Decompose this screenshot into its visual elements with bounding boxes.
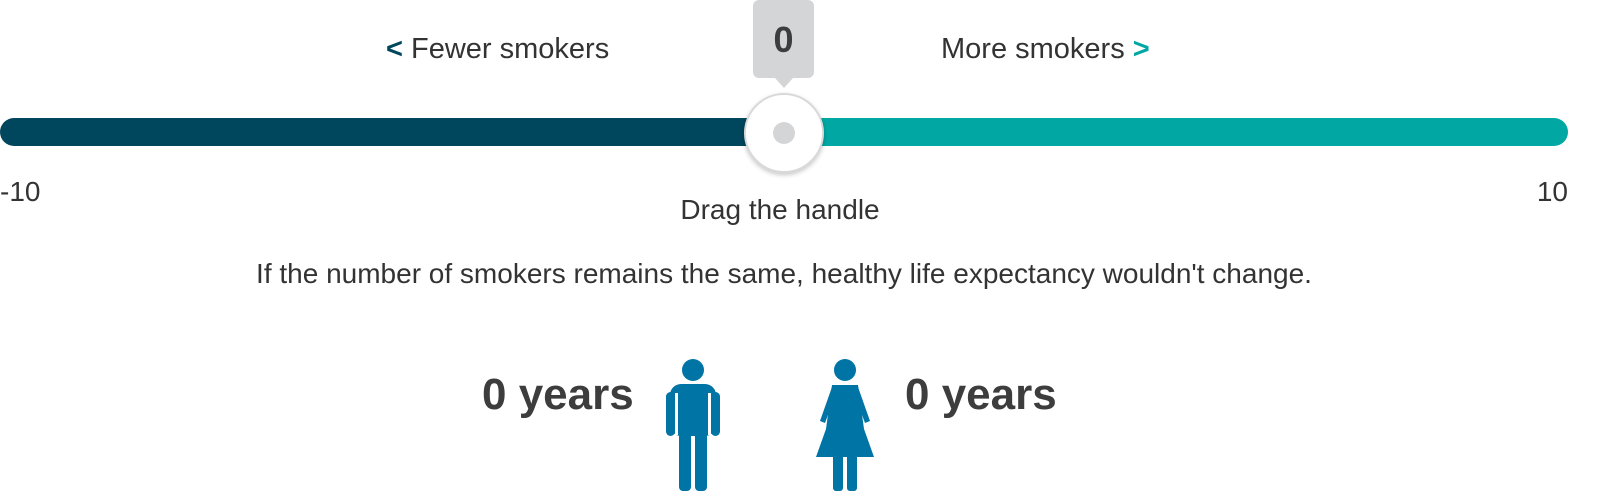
female-years-value: 0 years [905,370,1057,419]
tooltip-pointer [775,78,793,88]
slider-handle[interactable] [744,93,824,173]
smokers-slider-widget: < Fewer smokers More smokers > 0 -10 10 … [0,0,1600,500]
result-message: If the number of smokers remains the sam… [256,258,1312,289]
more-smokers-label: More smokers > [941,31,1150,67]
chevron-right-icon: > [1132,33,1150,65]
chevron-left-icon: < [386,33,403,65]
slider-track-fewer[interactable] [0,118,800,146]
drag-hint: Drag the handle [680,194,880,225]
fewer-smokers-label: < Fewer smokers [386,31,609,67]
male-years-value: 0 years [482,370,634,419]
more-smokers-text: More smokers [941,33,1125,65]
fewer-smokers-text: Fewer smokers [411,33,610,65]
slider-value-tooltip: 0 [753,0,814,78]
handle-grip-dot [773,122,795,144]
woman-icon [816,359,874,491]
man-icon [666,359,720,491]
slider-track-more[interactable] [780,118,1568,146]
